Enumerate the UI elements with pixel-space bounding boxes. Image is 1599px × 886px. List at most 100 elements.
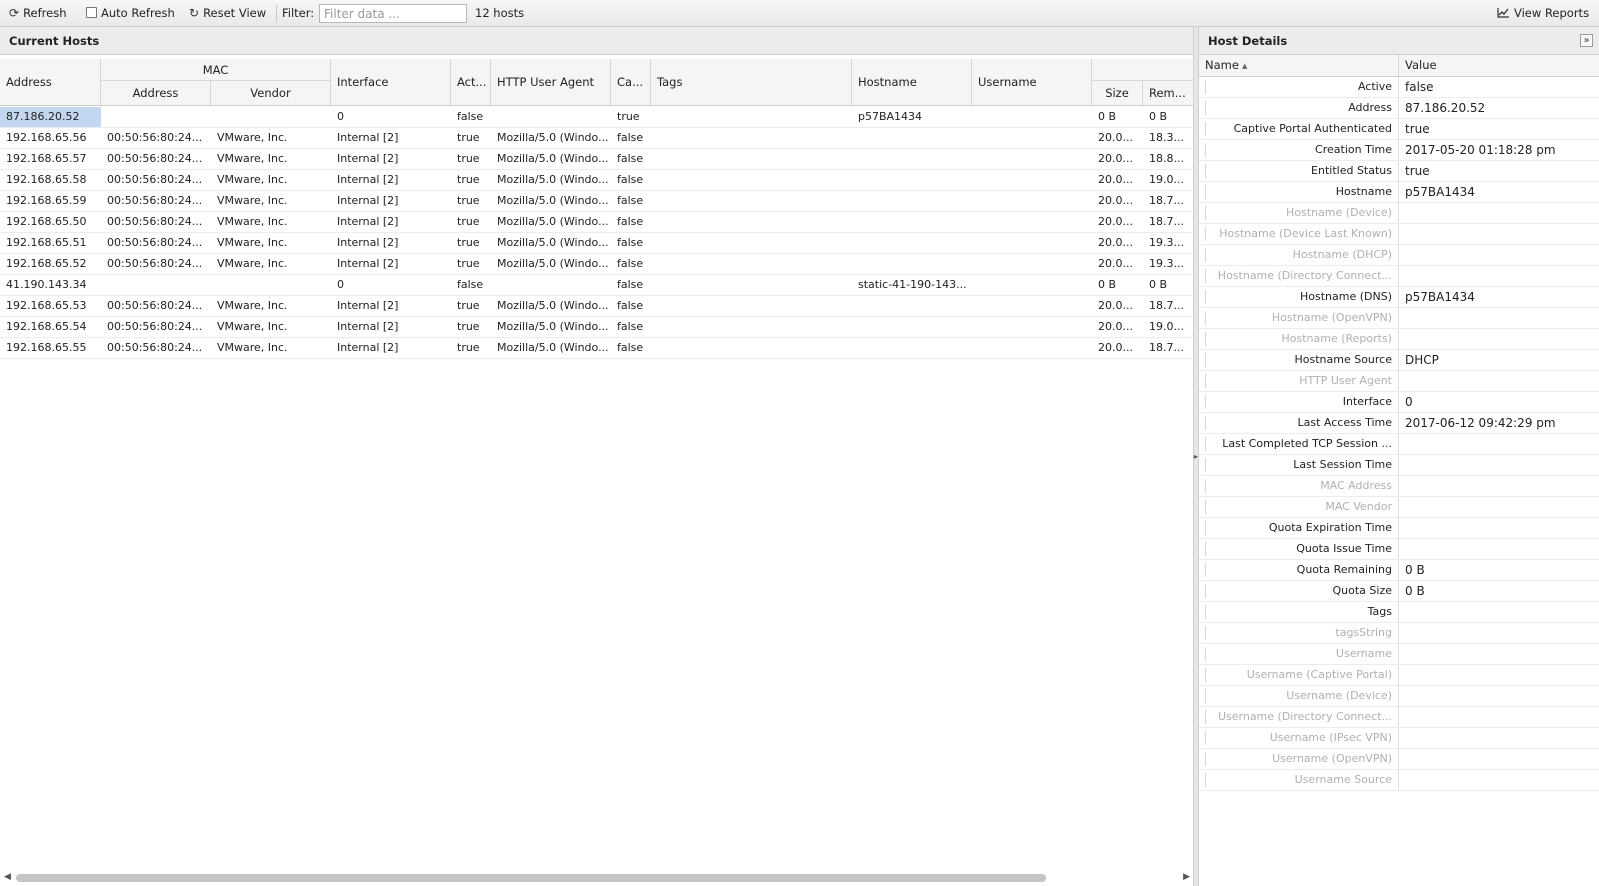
detail-value: 87.186.20.52 (1405, 101, 1486, 115)
table-row[interactable]: 192.168.65.56 00:50:56:80:24... VMware, In… (0, 128, 1194, 149)
table-row[interactable]: 192.168.65.50 00:50:56:80:24... VMware, In… (0, 212, 1194, 233)
auto-refresh-checkbox[interactable] (86, 7, 97, 18)
filter-input[interactable] (319, 4, 467, 23)
col-name[interactable]: Name ▲ (1199, 55, 1399, 76)
auto-refresh-toggle[interactable]: Auto Refresh (86, 6, 175, 21)
detail-name: MAC Vendor (1199, 497, 1399, 517)
detail-row[interactable]: Address 87.186.20.52 (1199, 98, 1599, 119)
double-chevron-right-icon[interactable]: » (1580, 34, 1593, 47)
detail-value (1399, 476, 1599, 496)
detail-row[interactable]: Entitled Status true (1199, 161, 1599, 182)
col-active[interactable]: Act... (451, 59, 491, 105)
col-hostname[interactable]: Hostname (852, 59, 972, 105)
cell-mac-address: 00:50:56:80:24... (107, 299, 203, 312)
detail-name: Quota Expiration Time (1199, 518, 1399, 538)
detail-row[interactable]: Hostname (Device) (1199, 203, 1599, 224)
col-address[interactable]: Address (0, 59, 101, 105)
cell-mac-vendor: VMware, Inc. (217, 299, 288, 312)
cell-http-user-agent: Mozilla/5.0 (Windo... (497, 320, 609, 333)
detail-row[interactable]: tagsString (1199, 623, 1599, 644)
col-remaining[interactable]: Rem... (1143, 81, 1194, 105)
col-mac-vendor[interactable]: Vendor (211, 81, 331, 105)
cell-address: 192.168.65.56 (6, 131, 87, 144)
detail-row[interactable]: Last Session Time (1199, 455, 1599, 476)
col-tags[interactable]: Tags (651, 59, 852, 105)
refresh-button[interactable]: ⟳ Refresh (9, 6, 67, 21)
col-http-user-agent[interactable]: HTTP User Agent (491, 59, 611, 105)
detail-row[interactable]: Tags (1199, 602, 1599, 623)
col-username[interactable]: Username (972, 59, 1092, 105)
cell-captive: false (617, 341, 644, 354)
table-row[interactable]: 87.186.20.52 0 false true p57BA1434 0 B 0 B (0, 107, 1194, 128)
hosts-horizontal-scrollbar[interactable]: ◀ ▶ (4, 871, 1190, 884)
detail-row[interactable]: Hostname (Directory Connect... (1199, 266, 1599, 287)
table-row[interactable]: 192.168.65.53 00:50:56:80:24... VMware, In… (0, 296, 1194, 317)
detail-row[interactable]: Hostname (Reports) (1199, 329, 1599, 350)
col-value[interactable]: Value (1399, 55, 1599, 76)
reset-view-button[interactable]: ↻ Reset View (189, 6, 266, 21)
detail-row[interactable]: MAC Vendor (1199, 497, 1599, 518)
detail-name: Hostname (Reports) (1199, 329, 1399, 349)
detail-row[interactable]: HTTP User Agent (1199, 371, 1599, 392)
cell-http-user-agent: Mozilla/5.0 (Windo... (497, 194, 609, 207)
cell-http-user-agent: Mozilla/5.0 (Windo... (497, 173, 609, 186)
cell-mac-vendor: VMware, Inc. (217, 320, 288, 333)
detail-row[interactable]: Username (1199, 644, 1599, 665)
col-size[interactable]: Size (1092, 81, 1143, 105)
scroll-right-arrow-icon[interactable]: ▶ (1183, 871, 1190, 884)
cell-size: 20.0... (1098, 152, 1133, 165)
cell-interface: Internal [2] (337, 320, 399, 333)
detail-row[interactable]: Quota Issue Time (1199, 539, 1599, 560)
detail-row[interactable]: Username (IPsec VPN) (1199, 728, 1599, 749)
scrollbar-thumb[interactable] (16, 874, 1046, 882)
detail-name: Username (OpenVPN) (1199, 749, 1399, 769)
detail-value (1399, 644, 1599, 664)
detail-row[interactable]: Quota Expiration Time (1199, 518, 1599, 539)
detail-row[interactable]: MAC Address (1199, 476, 1599, 497)
col-captive[interactable]: Ca... (611, 59, 651, 105)
detail-row[interactable]: Quota Size 0 B (1199, 581, 1599, 602)
scroll-left-arrow-icon[interactable]: ◀ (4, 871, 11, 884)
refresh-icon: ⟳ (9, 6, 20, 20)
detail-row[interactable]: Last Access Time 2017-06-12 09:42:29 pm (1199, 413, 1599, 434)
detail-row[interactable]: Username (Captive Portal) (1199, 665, 1599, 686)
cell-size: 0 B (1098, 278, 1117, 291)
detail-value (1399, 245, 1599, 265)
detail-row[interactable]: Hostname p57BA1434 (1199, 182, 1599, 203)
detail-row[interactable]: Last Completed TCP Session ... (1199, 434, 1599, 455)
detail-row[interactable]: Hostname (DHCP) (1199, 245, 1599, 266)
detail-row[interactable]: Creation Time 2017-05-20 01:18:28 pm (1199, 140, 1599, 161)
cell-tags (651, 296, 852, 316)
table-row[interactable]: 192.168.65.51 00:50:56:80:24... VMware, In… (0, 233, 1194, 254)
detail-value: DHCP (1405, 353, 1439, 367)
detail-row[interactable]: Hostname (OpenVPN) (1199, 308, 1599, 329)
table-row[interactable]: 192.168.65.52 00:50:56:80:24... VMware, In… (0, 254, 1194, 275)
detail-row[interactable]: Captive Portal Authenticated true (1199, 119, 1599, 140)
detail-row[interactable]: Active false (1199, 77, 1599, 98)
detail-row[interactable]: Username (Directory Connect... (1199, 707, 1599, 728)
table-row[interactable]: 192.168.65.55 00:50:56:80:24... VMware, In… (0, 338, 1194, 359)
detail-row[interactable]: Username (OpenVPN) (1199, 749, 1599, 770)
table-row[interactable]: 192.168.65.58 00:50:56:80:24... VMware, In… (0, 170, 1194, 191)
detail-row[interactable]: Interface 0 (1199, 392, 1599, 413)
cell-username (972, 254, 1092, 274)
table-row[interactable]: 41.190.143.34 0 false false static-41-190-14… (0, 275, 1194, 296)
detail-row[interactable]: Username Source (1199, 770, 1599, 791)
cell-tags (651, 338, 852, 358)
col-mac-address[interactable]: Address (101, 81, 211, 105)
view-reports-button[interactable]: View Reports (1497, 6, 1589, 21)
detail-row[interactable]: Hostname (Device Last Known) (1199, 224, 1599, 245)
cell-remaining: 18.8... (1149, 152, 1184, 165)
detail-row[interactable]: Hostname Source DHCP (1199, 350, 1599, 371)
refresh-label: Refresh (23, 6, 67, 20)
detail-row[interactable]: Hostname (DNS) p57BA1434 (1199, 287, 1599, 308)
cell-username (972, 170, 1092, 190)
detail-row[interactable]: Username (Device) (1199, 686, 1599, 707)
cell-interface: Internal [2] (337, 131, 399, 144)
table-row[interactable]: 192.168.65.54 00:50:56:80:24... VMware, In… (0, 317, 1194, 338)
cell-hostname (852, 149, 972, 169)
table-row[interactable]: 192.168.65.57 00:50:56:80:24... VMware, In… (0, 149, 1194, 170)
table-row[interactable]: 192.168.65.59 00:50:56:80:24... VMware, In… (0, 191, 1194, 212)
detail-row[interactable]: Quota Remaining 0 B (1199, 560, 1599, 581)
col-interface[interactable]: Interface (331, 59, 451, 105)
